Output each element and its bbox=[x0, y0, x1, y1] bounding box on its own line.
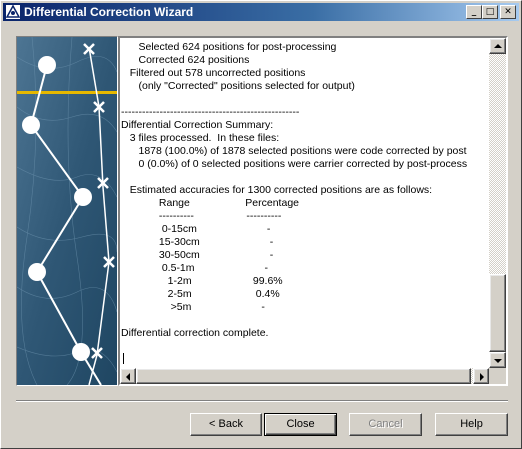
gps-path-illustration bbox=[17, 37, 117, 385]
log-text: Selected 624 positions for post-processi… bbox=[120, 38, 489, 368]
log-line: 0-15cm - bbox=[121, 223, 271, 235]
log-line: Range Percentage bbox=[121, 197, 299, 209]
chevron-left-icon bbox=[126, 373, 130, 381]
scroll-down-button[interactable] bbox=[489, 352, 506, 368]
vertical-scroll-thumb[interactable] bbox=[489, 274, 506, 352]
log-line: 3 files processed. In these files: bbox=[121, 132, 280, 144]
log-line: Differential Correction Summary: bbox=[121, 119, 274, 131]
log-line: 1878 (100.0%) of 1878 selected positions… bbox=[121, 145, 467, 157]
horizontal-scroll-thumb[interactable] bbox=[136, 368, 471, 384]
vertical-scrollbar[interactable] bbox=[489, 38, 506, 368]
help-button[interactable]: Help bbox=[435, 413, 508, 436]
cancel-button[interactable]: Cancel bbox=[349, 413, 422, 436]
maximize-button[interactable]: □ bbox=[482, 5, 498, 19]
log-line: 1-2m 99.6% bbox=[121, 275, 283, 287]
scrollbar-corner bbox=[489, 368, 506, 384]
log-textarea[interactable]: Selected 624 positions for post-processi… bbox=[118, 36, 508, 386]
log-line: ----------------------------------------… bbox=[121, 106, 300, 118]
title-bar[interactable]: Differential Correction Wizard _ □ ✕ bbox=[3, 3, 519, 21]
chevron-up-icon bbox=[494, 44, 502, 48]
log-line: 30-50cm - bbox=[121, 249, 274, 261]
log-line: ---------- ---------- bbox=[121, 210, 282, 222]
text-caret bbox=[123, 353, 124, 364]
back-button[interactable]: < Back bbox=[190, 413, 262, 436]
minimize-button[interactable]: _ bbox=[466, 5, 482, 19]
log-line: Filtered out 578 uncorrected positions bbox=[121, 67, 306, 79]
scroll-right-button[interactable] bbox=[473, 368, 489, 384]
close-button[interactable]: Close bbox=[264, 413, 337, 436]
log-line: 0 (0.0%) of 0 selected positions were ca… bbox=[121, 158, 468, 170]
log-line: Corrected 624 positions bbox=[121, 54, 250, 66]
window-title: Differential Correction Wizard bbox=[24, 5, 194, 19]
horizontal-scrollbar[interactable] bbox=[120, 368, 489, 384]
chevron-down-icon bbox=[494, 359, 502, 363]
scroll-left-button[interactable] bbox=[120, 368, 136, 384]
log-line: 0.5-1m - bbox=[121, 262, 269, 274]
gps-app-icon bbox=[6, 5, 20, 19]
log-line: Estimated accuracies for 1300 corrected … bbox=[121, 184, 433, 196]
wizard-side-image bbox=[16, 36, 118, 386]
scroll-up-button[interactable] bbox=[489, 38, 506, 54]
log-line: 15-30cm - bbox=[121, 236, 274, 248]
log-line: >5m - bbox=[121, 301, 265, 313]
wizard-window: Differential Correction Wizard _ □ ✕ Sel… bbox=[0, 0, 522, 449]
log-line: (only "Corrected" positions selected for… bbox=[121, 80, 355, 92]
close-window-button[interactable]: ✕ bbox=[500, 5, 516, 19]
log-line: Selected 624 positions for post-processi… bbox=[121, 41, 337, 53]
separator-line bbox=[16, 400, 508, 402]
chevron-right-icon bbox=[480, 373, 484, 381]
log-line: 2-5m 0.4% bbox=[121, 288, 280, 300]
log-line: Differential correction complete. bbox=[121, 327, 269, 339]
